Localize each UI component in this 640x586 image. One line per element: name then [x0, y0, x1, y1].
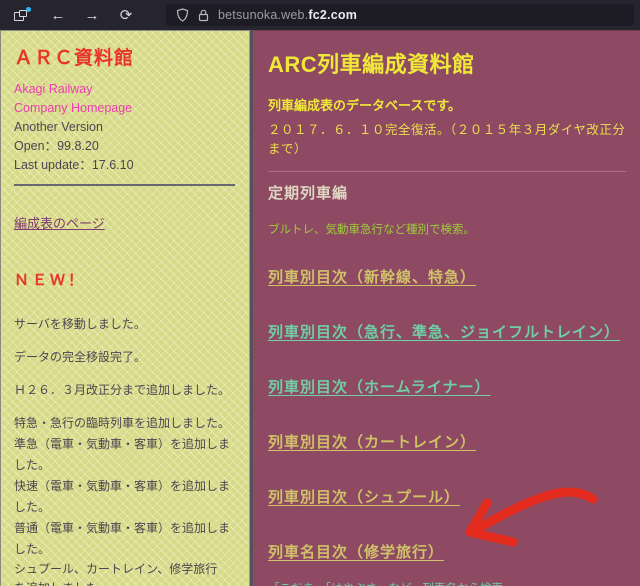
news-item: を追加しました。 — [14, 579, 237, 586]
news-item: サーバを移動しました。 — [14, 314, 237, 335]
url-domain: fc2.com — [308, 8, 357, 22]
notification-dot — [26, 7, 31, 12]
news-item: 特急・急行の臨時列車を追加しました。 — [14, 413, 237, 434]
site-title: ＡＲＣ資料館 — [14, 43, 237, 70]
news-item: シュプール、カートレイン、修学旅行 — [14, 560, 237, 579]
company-homepage-link[interactable]: Company Homepage — [14, 99, 132, 118]
search-hint-name: 「こだま」「はやぶさ」など、列車名から検索。 — [268, 580, 626, 586]
frameset: ＡＲＣ資料館 Akagi Railway Company Homepage An… — [0, 30, 640, 586]
window-restore-icon[interactable] — [14, 10, 28, 21]
index-link-cartrain[interactable]: 列車別目次（カートレイン） — [268, 431, 476, 452]
open-date-text: Open：99.8.20 — [14, 137, 237, 156]
index-link-kyuko-junkyu-joyful[interactable]: 列車別目次（急行、準急、ジョイフルトレイン） — [268, 321, 620, 342]
divider-rule — [14, 184, 235, 186]
search-hint-type: ブルトレ、気動車急行など種別で検索。 — [268, 221, 626, 237]
akagi-railway-link[interactable]: Akagi Railway — [14, 80, 93, 99]
news-item: 普通（電車・気動車・客車）を追加しました。 — [14, 518, 237, 560]
lock-icon[interactable] — [198, 9, 209, 22]
news-item: 準急（電車・気動車・客車）を追加しました。 — [14, 434, 237, 476]
page-title: ARC列車編成資料館 — [268, 47, 626, 79]
address-bar[interactable]: betsunoka.web.fc2.com — [166, 4, 634, 26]
index-link-homeliner[interactable]: 列車別目次（ホームライナー） — [268, 376, 491, 397]
revival-date-text: ２０１７．６．１０完全復活。（２０１５年３月ダイヤ改正分まで） — [268, 119, 626, 157]
url-host: betsunoka.web. — [218, 8, 308, 22]
index-link-shinkansen-tokkyu[interactable]: 列車別目次（新幹線、特急） — [268, 266, 476, 287]
main-frame: ARC列車編成資料館 列車編成表のデータベースです。 ２０１７．６．１０完全復活… — [253, 30, 640, 586]
shield-icon[interactable] — [176, 8, 189, 22]
index-link-spur[interactable]: 列車別目次（シュプール） — [268, 486, 460, 507]
left-frame: ＡＲＣ資料館 Akagi Railway Company Homepage An… — [0, 30, 249, 586]
browser-toolbar: ← → ⟳ betsunoka.web.fc2.com — [0, 0, 640, 30]
back-button[interactable]: ← — [48, 8, 68, 23]
red-arrow-annotation — [447, 483, 599, 555]
news-item: データの完全移設完了。 — [14, 347, 237, 368]
forward-button[interactable]: → — [82, 8, 102, 23]
section-heading: 定期列車編 — [268, 182, 626, 203]
last-update-text: Last update：17.6.10 — [14, 156, 237, 175]
news-item: Ｈ２６．３月改正分まで追加しました。 — [14, 380, 237, 401]
new-label: ＮＥＷ！ — [14, 269, 237, 290]
reload-button[interactable]: ⟳ — [116, 8, 136, 23]
news-item: 快速（電車・気動車・客車）を追加しました。 — [14, 476, 237, 518]
divider-rule — [268, 171, 626, 172]
hensei-page-link[interactable]: 編成表のページ — [14, 213, 105, 232]
url-text[interactable]: betsunoka.web.fc2.com — [218, 8, 357, 22]
news-list: サーバを移動しました。 データの完全移設完了。 Ｈ２６．３月改正分まで追加しまし… — [14, 314, 237, 586]
index-link-shugakuryoko[interactable]: 列車名目次（修学旅行） — [268, 541, 444, 562]
subtitle-text: 列車編成表のデータベースです。 — [268, 95, 626, 114]
another-version-text: Another Version — [14, 118, 237, 137]
